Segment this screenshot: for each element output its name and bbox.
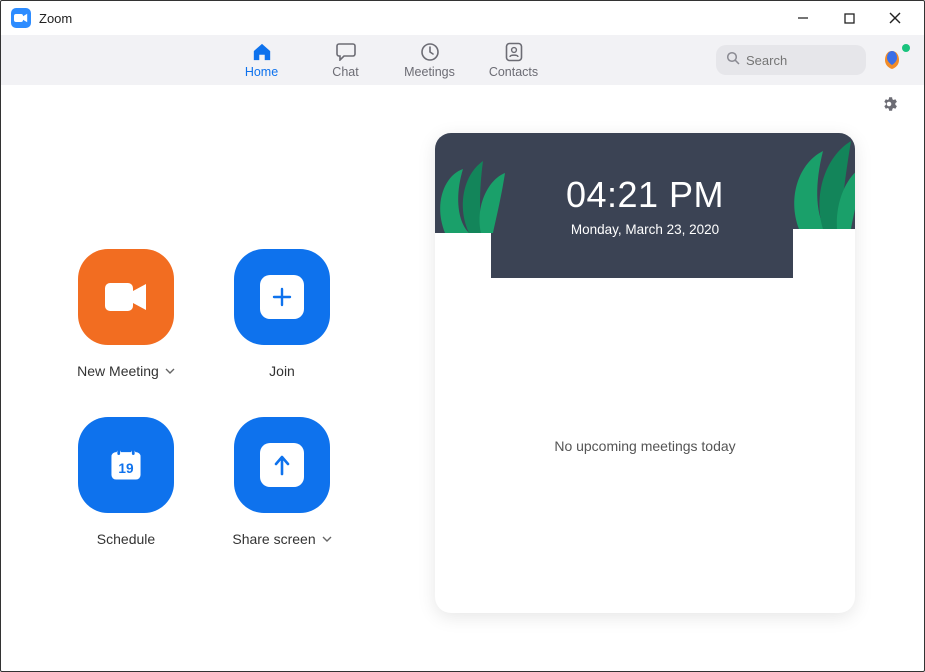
- decorative-plant-left: [435, 133, 525, 278]
- nav-tab-meetings[interactable]: Meetings: [400, 42, 460, 79]
- plus-icon: [260, 275, 304, 319]
- new-meeting-label: New Meeting: [77, 363, 159, 379]
- calendar-card: 04:21 PM Monday, March 23, 2020 No upcom…: [435, 133, 855, 613]
- search-box[interactable]: [716, 45, 866, 75]
- home-content: New Meeting Join: [1, 85, 924, 671]
- share-screen-label: Share screen: [232, 531, 315, 547]
- zoom-app-icon: [11, 8, 31, 28]
- action-tiles: New Meeting Join: [51, 85, 411, 641]
- no-meetings-text: No upcoming meetings today: [554, 438, 735, 454]
- window-close-button[interactable]: [872, 1, 918, 35]
- arrow-up-icon: [260, 443, 304, 487]
- home-icon: [252, 42, 272, 62]
- schedule-button[interactable]: 19: [78, 417, 174, 513]
- main-nav: Home Chat Meetings Contacts: [232, 42, 544, 79]
- presence-indicator: [902, 44, 910, 52]
- user-avatar[interactable]: [878, 46, 906, 74]
- chat-icon: [336, 42, 356, 62]
- window-maximize-button[interactable]: [826, 1, 872, 35]
- calendar-icon: 19: [106, 445, 146, 485]
- join-button[interactable]: [234, 249, 330, 345]
- calendar-header: 04:21 PM Monday, March 23, 2020: [435, 133, 855, 278]
- app-title: Zoom: [39, 11, 72, 26]
- nav-tab-contacts[interactable]: Contacts: [484, 42, 544, 79]
- app-window: Zoom Home: [0, 0, 925, 672]
- share-screen-button[interactable]: [234, 417, 330, 513]
- schedule-label: Schedule: [97, 531, 155, 547]
- nav-tab-home[interactable]: Home: [232, 42, 292, 79]
- main-toolbar: Home Chat Meetings Contacts: [1, 35, 924, 85]
- share-screen-dropdown[interactable]: [322, 536, 332, 542]
- contacts-icon: [504, 42, 524, 62]
- decorative-plant-right: [745, 133, 855, 278]
- search-icon: [726, 51, 740, 70]
- settings-button[interactable]: [880, 95, 898, 118]
- nav-tab-chat[interactable]: Chat: [316, 42, 376, 79]
- clock-time: 04:21 PM: [566, 174, 724, 216]
- join-label: Join: [269, 363, 295, 379]
- search-input[interactable]: [746, 53, 856, 68]
- upcoming-meetings: No upcoming meetings today: [435, 278, 855, 613]
- clock-date: Monday, March 23, 2020: [571, 222, 719, 237]
- titlebar: Zoom: [1, 1, 924, 35]
- window-minimize-button[interactable]: [780, 1, 826, 35]
- svg-text:19: 19: [118, 461, 134, 476]
- new-meeting-dropdown[interactable]: [165, 368, 175, 374]
- new-meeting-button[interactable]: [78, 249, 174, 345]
- clock-icon: [420, 42, 440, 62]
